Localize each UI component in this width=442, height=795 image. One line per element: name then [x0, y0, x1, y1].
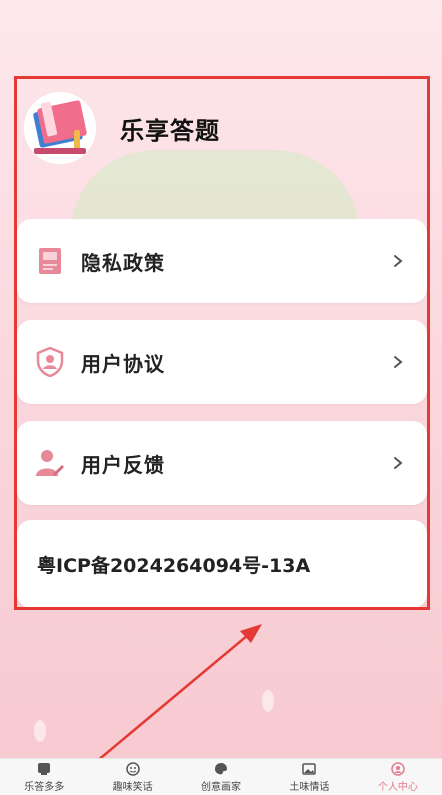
- smile-icon: [125, 761, 140, 776]
- tab-quiz[interactable]: 乐答多多: [0, 759, 88, 795]
- palette-icon: [215, 762, 228, 774]
- tab-jokes[interactable]: 趣味笑话: [88, 759, 176, 795]
- tab-love-words[interactable]: 土味情话: [265, 759, 353, 795]
- tab-label: 趣味笑话: [112, 781, 153, 793]
- background-dot: [34, 720, 46, 742]
- tab-label: 乐答多多: [24, 781, 65, 793]
- user-icon: [391, 761, 405, 776]
- tab-painter[interactable]: 创意画家: [177, 759, 265, 795]
- highlight-frame: [14, 76, 430, 610]
- tab-profile[interactable]: 个人中心: [354, 759, 442, 795]
- quiz-icon: [38, 762, 51, 775]
- bottom-tab-bar: 乐答多多 趣味笑话 创意画家 土味情话 个人中心: [0, 758, 442, 795]
- tab-label: 土味情话: [289, 781, 330, 793]
- image-icon: [302, 762, 317, 775]
- tab-label: 个人中心: [377, 781, 418, 793]
- background-dot: [262, 690, 274, 712]
- tab-label: 创意画家: [201, 781, 242, 793]
